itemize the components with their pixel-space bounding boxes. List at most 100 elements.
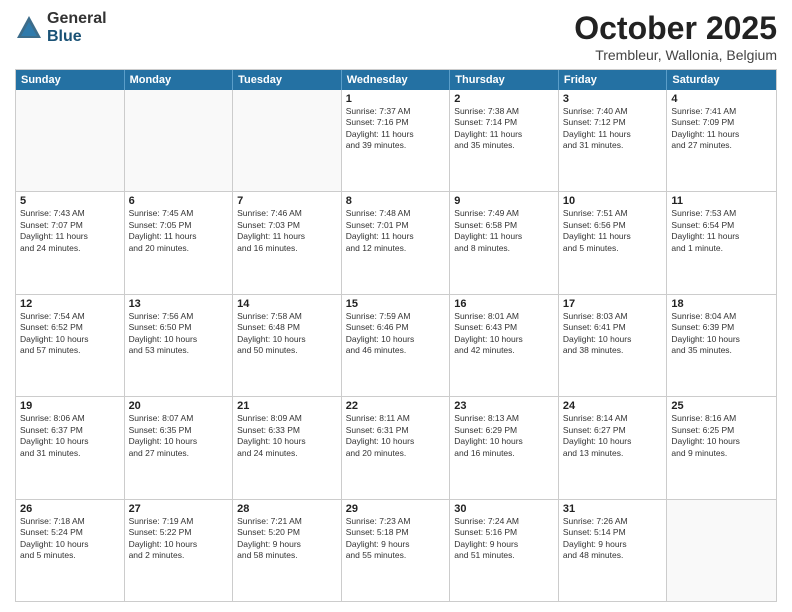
- day-cell-20: 20Sunrise: 8:07 AM Sunset: 6:35 PM Dayli…: [125, 397, 234, 498]
- day-number: 22: [346, 400, 446, 412]
- day-cell-17: 17Sunrise: 8:03 AM Sunset: 6:41 PM Dayli…: [559, 295, 668, 396]
- day-number: 24: [563, 400, 663, 412]
- cell-info: Sunrise: 7:18 AM Sunset: 5:24 PM Dayligh…: [20, 516, 120, 562]
- day-number: 16: [454, 298, 554, 310]
- day-number: 11: [671, 195, 772, 207]
- day-cell-22: 22Sunrise: 8:11 AM Sunset: 6:31 PM Dayli…: [342, 397, 451, 498]
- logo-text: General Blue: [47, 10, 107, 45]
- weekday-header-sunday: Sunday: [16, 70, 125, 90]
- day-number: 7: [237, 195, 337, 207]
- day-number: 5: [20, 195, 120, 207]
- day-cell-12: 12Sunrise: 7:54 AM Sunset: 6:52 PM Dayli…: [16, 295, 125, 396]
- weekday-header-monday: Monday: [125, 70, 234, 90]
- day-cell-4: 4Sunrise: 7:41 AM Sunset: 7:09 PM Daylig…: [667, 90, 776, 191]
- cell-info: Sunrise: 8:07 AM Sunset: 6:35 PM Dayligh…: [129, 413, 229, 459]
- day-number: 1: [346, 93, 446, 105]
- day-cell-23: 23Sunrise: 8:13 AM Sunset: 6:29 PM Dayli…: [450, 397, 559, 498]
- weekday-header-tuesday: Tuesday: [233, 70, 342, 90]
- cell-info: Sunrise: 7:59 AM Sunset: 6:46 PM Dayligh…: [346, 311, 446, 357]
- calendar-page: General Blue October 2025 Trembleur, Wal…: [0, 0, 792, 612]
- day-cell-3: 3Sunrise: 7:40 AM Sunset: 7:12 PM Daylig…: [559, 90, 668, 191]
- day-cell-19: 19Sunrise: 8:06 AM Sunset: 6:37 PM Dayli…: [16, 397, 125, 498]
- day-number: 19: [20, 400, 120, 412]
- calendar: SundayMondayTuesdayWednesdayThursdayFrid…: [15, 69, 777, 602]
- day-cell-6: 6Sunrise: 7:45 AM Sunset: 7:05 PM Daylig…: [125, 192, 234, 293]
- day-cell-18: 18Sunrise: 8:04 AM Sunset: 6:39 PM Dayli…: [667, 295, 776, 396]
- cell-info: Sunrise: 7:45 AM Sunset: 7:05 PM Dayligh…: [129, 208, 229, 254]
- day-number: 8: [346, 195, 446, 207]
- day-cell-10: 10Sunrise: 7:51 AM Sunset: 6:56 PM Dayli…: [559, 192, 668, 293]
- logo-icon: [15, 14, 43, 42]
- logo-general: General: [47, 10, 107, 28]
- cell-info: Sunrise: 8:04 AM Sunset: 6:39 PM Dayligh…: [671, 311, 772, 357]
- location: Trembleur, Wallonia, Belgium: [574, 47, 777, 63]
- cell-info: Sunrise: 8:13 AM Sunset: 6:29 PM Dayligh…: [454, 413, 554, 459]
- day-number: 21: [237, 400, 337, 412]
- day-number: 6: [129, 195, 229, 207]
- cell-info: Sunrise: 7:19 AM Sunset: 5:22 PM Dayligh…: [129, 516, 229, 562]
- day-number: 10: [563, 195, 663, 207]
- day-number: 2: [454, 93, 554, 105]
- logo: General Blue: [15, 10, 107, 45]
- calendar-body: 1Sunrise: 7:37 AM Sunset: 7:16 PM Daylig…: [16, 90, 776, 601]
- cell-info: Sunrise: 7:49 AM Sunset: 6:58 PM Dayligh…: [454, 208, 554, 254]
- weekday-header-thursday: Thursday: [450, 70, 559, 90]
- calendar-row-0: 1Sunrise: 7:37 AM Sunset: 7:16 PM Daylig…: [16, 90, 776, 191]
- day-number: 18: [671, 298, 772, 310]
- weekday-header-wednesday: Wednesday: [342, 70, 451, 90]
- calendar-row-3: 19Sunrise: 8:06 AM Sunset: 6:37 PM Dayli…: [16, 396, 776, 498]
- day-number: 26: [20, 503, 120, 515]
- day-number: 12: [20, 298, 120, 310]
- cell-info: Sunrise: 7:41 AM Sunset: 7:09 PM Dayligh…: [671, 106, 772, 152]
- day-cell-29: 29Sunrise: 7:23 AM Sunset: 5:18 PM Dayli…: [342, 500, 451, 601]
- cell-info: Sunrise: 8:01 AM Sunset: 6:43 PM Dayligh…: [454, 311, 554, 357]
- day-cell-14: 14Sunrise: 7:58 AM Sunset: 6:48 PM Dayli…: [233, 295, 342, 396]
- day-number: 4: [671, 93, 772, 105]
- day-number: 17: [563, 298, 663, 310]
- day-cell-1: 1Sunrise: 7:37 AM Sunset: 7:16 PM Daylig…: [342, 90, 451, 191]
- cell-info: Sunrise: 7:48 AM Sunset: 7:01 PM Dayligh…: [346, 208, 446, 254]
- calendar-row-1: 5Sunrise: 7:43 AM Sunset: 7:07 PM Daylig…: [16, 191, 776, 293]
- title-section: October 2025 Trembleur, Wallonia, Belgiu…: [574, 10, 777, 63]
- day-cell-16: 16Sunrise: 8:01 AM Sunset: 6:43 PM Dayli…: [450, 295, 559, 396]
- day-cell-11: 11Sunrise: 7:53 AM Sunset: 6:54 PM Dayli…: [667, 192, 776, 293]
- day-cell-21: 21Sunrise: 8:09 AM Sunset: 6:33 PM Dayli…: [233, 397, 342, 498]
- day-cell-28: 28Sunrise: 7:21 AM Sunset: 5:20 PM Dayli…: [233, 500, 342, 601]
- weekday-header-saturday: Saturday: [667, 70, 776, 90]
- cell-info: Sunrise: 7:40 AM Sunset: 7:12 PM Dayligh…: [563, 106, 663, 152]
- day-number: 25: [671, 400, 772, 412]
- day-cell-30: 30Sunrise: 7:24 AM Sunset: 5:16 PM Dayli…: [450, 500, 559, 601]
- day-number: 29: [346, 503, 446, 515]
- empty-cell-0-0: [16, 90, 125, 191]
- day-cell-15: 15Sunrise: 7:59 AM Sunset: 6:46 PM Dayli…: [342, 295, 451, 396]
- cell-info: Sunrise: 7:26 AM Sunset: 5:14 PM Dayligh…: [563, 516, 663, 562]
- empty-cell-4-6: [667, 500, 776, 601]
- weekday-header-friday: Friday: [559, 70, 668, 90]
- day-number: 14: [237, 298, 337, 310]
- calendar-row-4: 26Sunrise: 7:18 AM Sunset: 5:24 PM Dayli…: [16, 499, 776, 601]
- cell-info: Sunrise: 7:54 AM Sunset: 6:52 PM Dayligh…: [20, 311, 120, 357]
- cell-info: Sunrise: 7:58 AM Sunset: 6:48 PM Dayligh…: [237, 311, 337, 357]
- cell-info: Sunrise: 7:56 AM Sunset: 6:50 PM Dayligh…: [129, 311, 229, 357]
- cell-info: Sunrise: 7:51 AM Sunset: 6:56 PM Dayligh…: [563, 208, 663, 254]
- day-number: 15: [346, 298, 446, 310]
- day-cell-31: 31Sunrise: 7:26 AM Sunset: 5:14 PM Dayli…: [559, 500, 668, 601]
- day-number: 13: [129, 298, 229, 310]
- day-number: 31: [563, 503, 663, 515]
- day-cell-27: 27Sunrise: 7:19 AM Sunset: 5:22 PM Dayli…: [125, 500, 234, 601]
- day-number: 23: [454, 400, 554, 412]
- day-cell-7: 7Sunrise: 7:46 AM Sunset: 7:03 PM Daylig…: [233, 192, 342, 293]
- day-cell-2: 2Sunrise: 7:38 AM Sunset: 7:14 PM Daylig…: [450, 90, 559, 191]
- day-cell-5: 5Sunrise: 7:43 AM Sunset: 7:07 PM Daylig…: [16, 192, 125, 293]
- calendar-header: SundayMondayTuesdayWednesdayThursdayFrid…: [16, 70, 776, 90]
- cell-info: Sunrise: 7:23 AM Sunset: 5:18 PM Dayligh…: [346, 516, 446, 562]
- cell-info: Sunrise: 8:09 AM Sunset: 6:33 PM Dayligh…: [237, 413, 337, 459]
- day-number: 3: [563, 93, 663, 105]
- cell-info: Sunrise: 8:16 AM Sunset: 6:25 PM Dayligh…: [671, 413, 772, 459]
- day-number: 9: [454, 195, 554, 207]
- day-number: 27: [129, 503, 229, 515]
- cell-info: Sunrise: 8:06 AM Sunset: 6:37 PM Dayligh…: [20, 413, 120, 459]
- cell-info: Sunrise: 8:11 AM Sunset: 6:31 PM Dayligh…: [346, 413, 446, 459]
- empty-cell-0-1: [125, 90, 234, 191]
- day-cell-26: 26Sunrise: 7:18 AM Sunset: 5:24 PM Dayli…: [16, 500, 125, 601]
